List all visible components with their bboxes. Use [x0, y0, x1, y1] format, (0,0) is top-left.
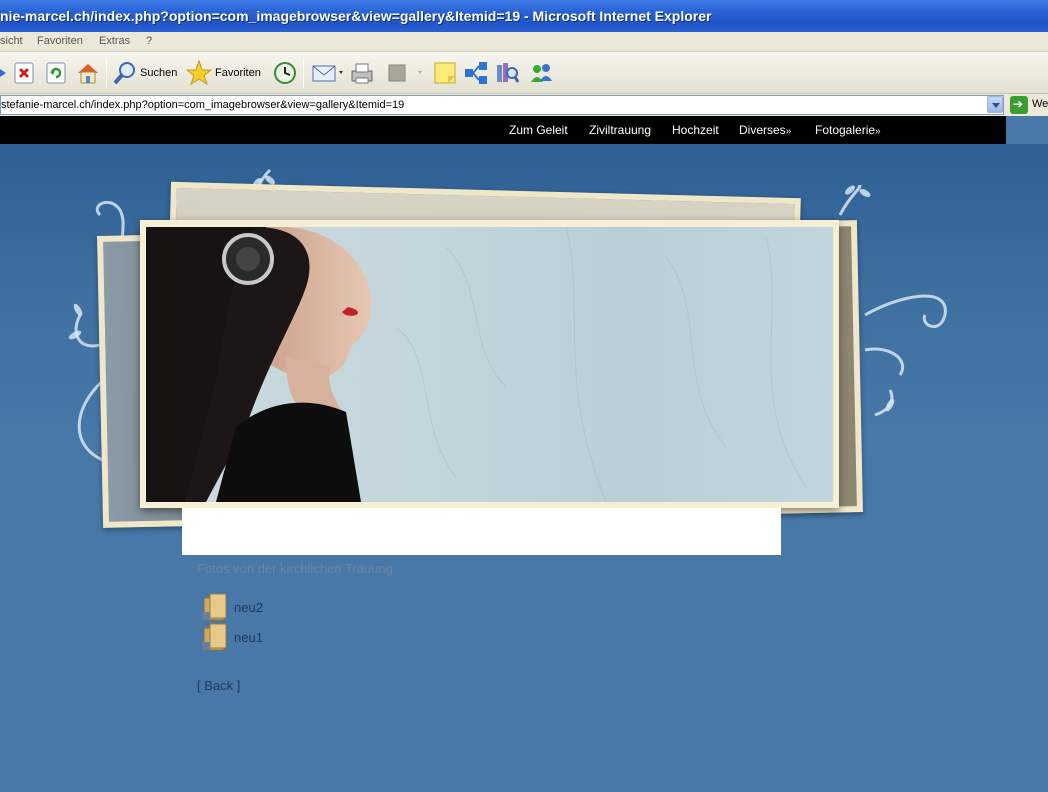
- go-arrow-icon[interactable]: [1010, 96, 1028, 114]
- browser-toolbar: Suchen Favoriten: [0, 52, 1048, 94]
- research-button[interactable]: [494, 59, 520, 87]
- research-books-icon: [497, 63, 520, 83]
- menu-bar: sicht Favoriten Extras ?: [0, 32, 1048, 52]
- refresh-button[interactable]: [45, 59, 67, 87]
- home-button[interactable]: [75, 59, 101, 87]
- nav-item-zum-geleit[interactable]: Zum Geleit: [509, 123, 568, 137]
- go-button-label[interactable]: We: [1032, 98, 1048, 110]
- history-button[interactable]: [272, 59, 298, 87]
- header-photo: [146, 227, 833, 502]
- window-title-bar: nie-marcel.ch/index.php?option=com_image…: [0, 0, 1048, 32]
- window-title: nie-marcel.ch/index.php?option=com_image…: [0, 8, 712, 24]
- nav-item-hochzeit[interactable]: Hochzeit: [672, 123, 719, 137]
- home-icon: [78, 64, 98, 84]
- content-box: [182, 508, 781, 555]
- note-button[interactable]: [432, 59, 458, 87]
- favorites-label: Favoriten: [215, 67, 261, 79]
- messenger-button[interactable]: [528, 59, 554, 87]
- menu-extras[interactable]: Extras: [99, 35, 130, 47]
- address-input[interactable]: stefanie-marcel.ch/index.php?option=com_…: [0, 95, 1004, 115]
- mail-button[interactable]: [311, 59, 345, 87]
- favorites-star-icon: [186, 60, 212, 86]
- menu-view[interactable]: sicht: [0, 35, 23, 47]
- edit-icon: [388, 64, 422, 82]
- folder-icon: [202, 593, 227, 621]
- stop-button[interactable]: [13, 59, 35, 87]
- nav-item-ziviltrauung[interactable]: Ziviltrauung: [589, 123, 651, 137]
- favorites-button[interactable]: Favoriten: [186, 59, 261, 87]
- search-icon: [113, 62, 135, 85]
- related-links-button[interactable]: [463, 59, 489, 87]
- mail-icon: [312, 65, 343, 82]
- search-button[interactable]: Suchen: [112, 59, 177, 87]
- back-link[interactable]: [ Back ]: [197, 678, 240, 693]
- forward-arrow-icon: [0, 69, 6, 77]
- forward-button[interactable]: [0, 59, 8, 87]
- search-label: Suchen: [140, 67, 178, 79]
- print-icon: [351, 63, 373, 84]
- sticky-note-icon: [434, 62, 456, 84]
- folder-label: neu2: [234, 599, 263, 615]
- nav-item-fotogalerie[interactable]: Fotogalerie»: [815, 123, 881, 137]
- address-bar: stefanie-marcel.ch/index.php?option=com_…: [0, 94, 1048, 116]
- gallery-folder-link[interactable]: neu1: [200, 622, 263, 652]
- print-button[interactable]: [349, 59, 375, 87]
- site-navigation: Zum Geleit Ziviltrauung Hochzeit Diverse…: [0, 116, 1006, 144]
- messenger-people-icon: [531, 64, 552, 82]
- toolbar-separator: [106, 58, 107, 88]
- refresh-icon: [46, 62, 66, 84]
- folder-icon: [202, 623, 227, 651]
- toolbar-separator: [303, 58, 304, 88]
- network-icon: [465, 62, 487, 84]
- address-dropdown-icon[interactable]: [987, 96, 1003, 113]
- menu-favorites[interactable]: Favoriten: [37, 35, 83, 47]
- menu-help[interactable]: ?: [146, 35, 152, 47]
- woman-with-headphones-image: [146, 227, 807, 502]
- header-photo-frame: [140, 220, 839, 508]
- edit-button[interactable]: [386, 59, 426, 87]
- gallery-folder-link[interactable]: neu2: [200, 592, 263, 622]
- folder-label: neu1: [234, 629, 263, 645]
- nav-item-diverses[interactable]: Diverses»: [739, 123, 791, 137]
- stop-icon: [14, 62, 34, 84]
- gallery-heading: Fotos von der kirchlichen Trauung: [197, 561, 393, 576]
- history-icon: [274, 62, 296, 84]
